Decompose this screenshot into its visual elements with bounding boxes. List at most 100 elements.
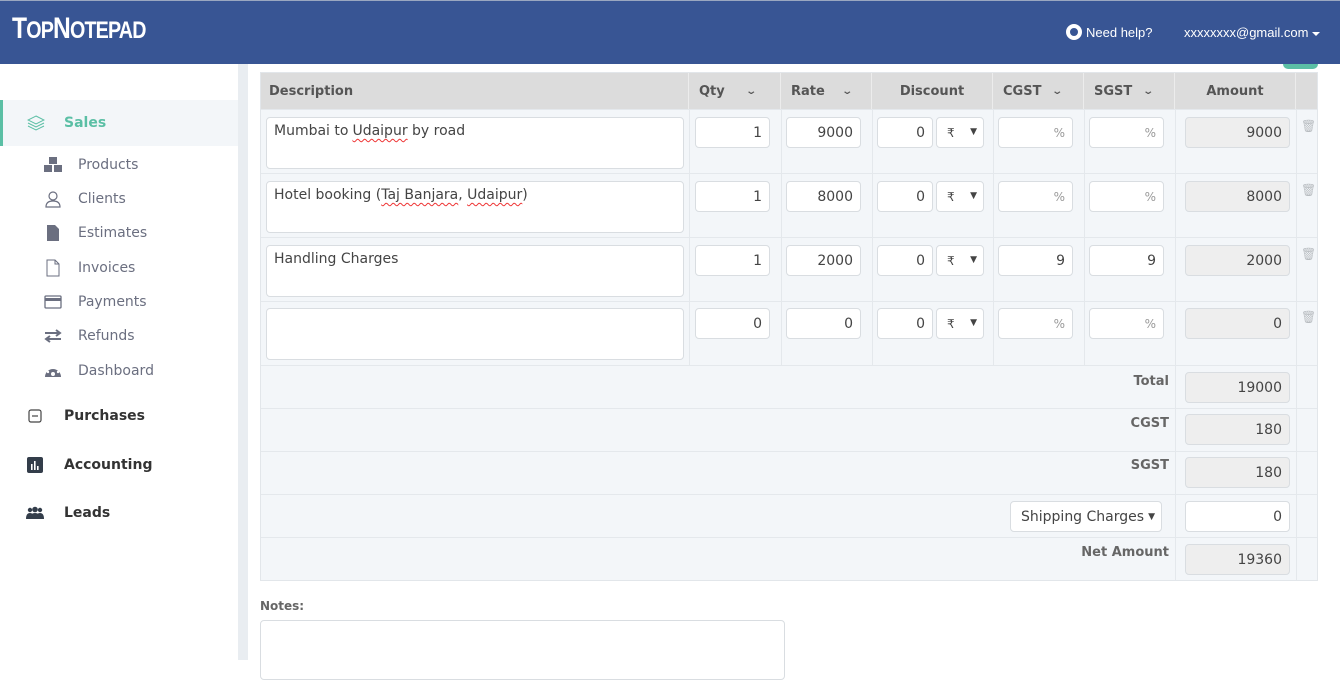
rate-input[interactable]: 8000 — [786, 181, 861, 212]
discount-type-select[interactable]: ₹ ▼ — [936, 245, 984, 276]
header-label: Qty — [699, 83, 725, 99]
header-label: SGST — [1094, 83, 1133, 99]
sidebar-item-refunds[interactable]: Refunds — [0, 321, 238, 351]
sidebar-item-accounting[interactable]: Accounting — [0, 442, 238, 488]
cgst-input[interactable]: 9 — [998, 245, 1073, 276]
user-menu[interactable]: xxxxxxxx@gmail.com — [1184, 25, 1321, 40]
value: 0 — [916, 315, 925, 332]
app-logo[interactable]: TOPNOTEPAD — [12, 12, 146, 46]
sgst-input[interactable]: 9 — [1089, 245, 1164, 276]
shipping-charges-select[interactable]: Shipping Charges ▼ — [1010, 501, 1162, 532]
credit-card-icon — [43, 293, 63, 311]
sidebar-item-label: Invoices — [78, 260, 136, 276]
sgst-total-field: 180 — [1185, 457, 1290, 488]
discount-input[interactable]: 0 — [877, 308, 933, 339]
sidebar-item-purchases[interactable]: Purchases — [0, 393, 238, 439]
value: 9000 — [1246, 124, 1282, 141]
net-amount-field: 19360 — [1185, 544, 1290, 575]
sidebar-item-estimates[interactable]: Estimates — [0, 218, 238, 248]
chevron-down-icon[interactable]: ⌄ — [1052, 86, 1064, 97]
logo-text: N — [53, 12, 71, 45]
qty-input[interactable]: 1 — [695, 181, 770, 212]
sidebar-item-payments[interactable]: Payments — [0, 287, 238, 317]
placeholder: % — [1053, 316, 1065, 331]
description-input[interactable]: Handling Charges — [266, 245, 684, 297]
discount-type-select[interactable]: ₹ ▼ — [936, 308, 984, 339]
discount-input[interactable]: 0 — [877, 117, 933, 148]
column-header-rate[interactable]: Rate ⌄ — [781, 73, 872, 109]
trash-icon[interactable]: 🗑 — [1301, 183, 1316, 197]
sgst-input[interactable]: % — [1089, 117, 1164, 148]
value: 0 — [753, 315, 762, 332]
value: 180 — [1255, 464, 1282, 481]
text: Mumbai to — [274, 123, 349, 139]
description-input[interactable]: Hotel booking (Taj Banjara, Udaipur) — [266, 181, 684, 233]
column-header-cgst[interactable]: CGST ⌄ — [993, 73, 1084, 109]
header-label: Discount — [899, 83, 965, 99]
cgst-input[interactable]: % — [998, 308, 1073, 339]
value: 1 — [753, 188, 762, 205]
sidebar-item-invoices[interactable]: Invoices — [0, 253, 238, 283]
placeholder: % — [1144, 189, 1156, 204]
sgst-input[interactable]: % — [1089, 308, 1164, 339]
notes-textarea[interactable] — [260, 620, 785, 680]
rate-input[interactable]: 2000 — [786, 245, 861, 276]
sidebar-item-dashboard[interactable]: Dashboard — [0, 356, 238, 386]
cgst-total-field: 180 — [1185, 414, 1290, 445]
sidebar-item-label: Clients — [78, 191, 126, 207]
value: 0 — [916, 124, 925, 141]
sidebar-item-products[interactable]: Products — [0, 150, 238, 180]
column-header-qty[interactable]: Qty ⌄ — [689, 73, 781, 109]
amount-field: 9000 — [1185, 117, 1290, 148]
discount-input[interactable]: 0 — [877, 181, 933, 212]
chevron-down-icon[interactable]: ⌄ — [745, 86, 757, 97]
sidebar-item-label: Estimates — [78, 225, 148, 241]
sidebar-item-clients[interactable]: Clients — [0, 184, 238, 214]
qty-input[interactable]: 1 — [695, 245, 770, 276]
sidebar-item-label: Leads — [64, 505, 111, 521]
discount-type-select[interactable]: ₹ ▼ — [936, 117, 984, 148]
sidebar-item-label: Refunds — [78, 328, 135, 344]
sidebar-item-label: Sales — [64, 115, 107, 131]
trash-icon[interactable]: 🗑 — [1301, 310, 1316, 324]
text: Handling Charges — [274, 251, 399, 267]
column-header-sgst[interactable]: SGST ⌄ — [1084, 73, 1175, 109]
rate-input[interactable]: 0 — [786, 308, 861, 339]
trash-icon[interactable]: 🗑 — [1301, 247, 1316, 261]
chevron-down-icon[interactable]: ⌄ — [1143, 86, 1155, 97]
value: 180 — [1255, 421, 1282, 438]
user-email: xxxxxxxx@gmail.com — [1184, 25, 1309, 40]
table-row: Hotel booking (Taj Banjara, Udaipur) 1 8… — [261, 173, 1317, 237]
table-row: Handling Charges 1 2000 0 ₹ ▼ 9 9 2000 🗑 — [261, 237, 1317, 301]
value: 0 — [916, 188, 925, 205]
caret-down-icon: ▼ — [1148, 512, 1155, 522]
value: 1 — [753, 124, 762, 141]
chevron-down-icon[interactable]: ⌄ — [841, 86, 853, 97]
line-items-table: Description Qty ⌄ Rate ⌄ Discount CGST ⌄ SG… — [260, 72, 1318, 581]
rupee-icon: ₹ — [947, 125, 955, 140]
need-help-link[interactable]: Need help? — [1066, 24, 1153, 40]
sidebar-item-leads[interactable]: Leads — [0, 490, 238, 536]
qty-input[interactable]: 0 — [695, 308, 770, 339]
description-input[interactable] — [266, 308, 684, 360]
logo-text: T — [12, 12, 27, 45]
placeholder: % — [1144, 316, 1156, 331]
sidebar-item-label: Dashboard — [78, 363, 154, 379]
cgst-input[interactable]: % — [998, 181, 1073, 212]
placeholder: % — [1053, 125, 1065, 140]
add-button[interactable] — [1283, 64, 1318, 69]
sidebar-item-sales[interactable]: Sales — [0, 100, 238, 146]
description-input[interactable]: Mumbai to Udaipur by road — [266, 117, 684, 169]
sidebar-item-label: Accounting — [64, 457, 153, 473]
summary-row-sgst: SGST 180 — [261, 451, 1317, 494]
shipping-charges-input[interactable]: 0 — [1185, 501, 1290, 532]
cgst-input[interactable]: % — [998, 117, 1073, 148]
qty-input[interactable]: 1 — [695, 117, 770, 148]
discount-input[interactable]: 0 — [877, 245, 933, 276]
trash-icon[interactable]: 🗑 — [1301, 119, 1316, 133]
summary-row-net: Net Amount 19360 — [261, 537, 1317, 580]
discount-type-select[interactable]: ₹ ▼ — [936, 181, 984, 212]
value: 9 — [1147, 252, 1156, 269]
sgst-input[interactable]: % — [1089, 181, 1164, 212]
rate-input[interactable]: 9000 — [786, 117, 861, 148]
